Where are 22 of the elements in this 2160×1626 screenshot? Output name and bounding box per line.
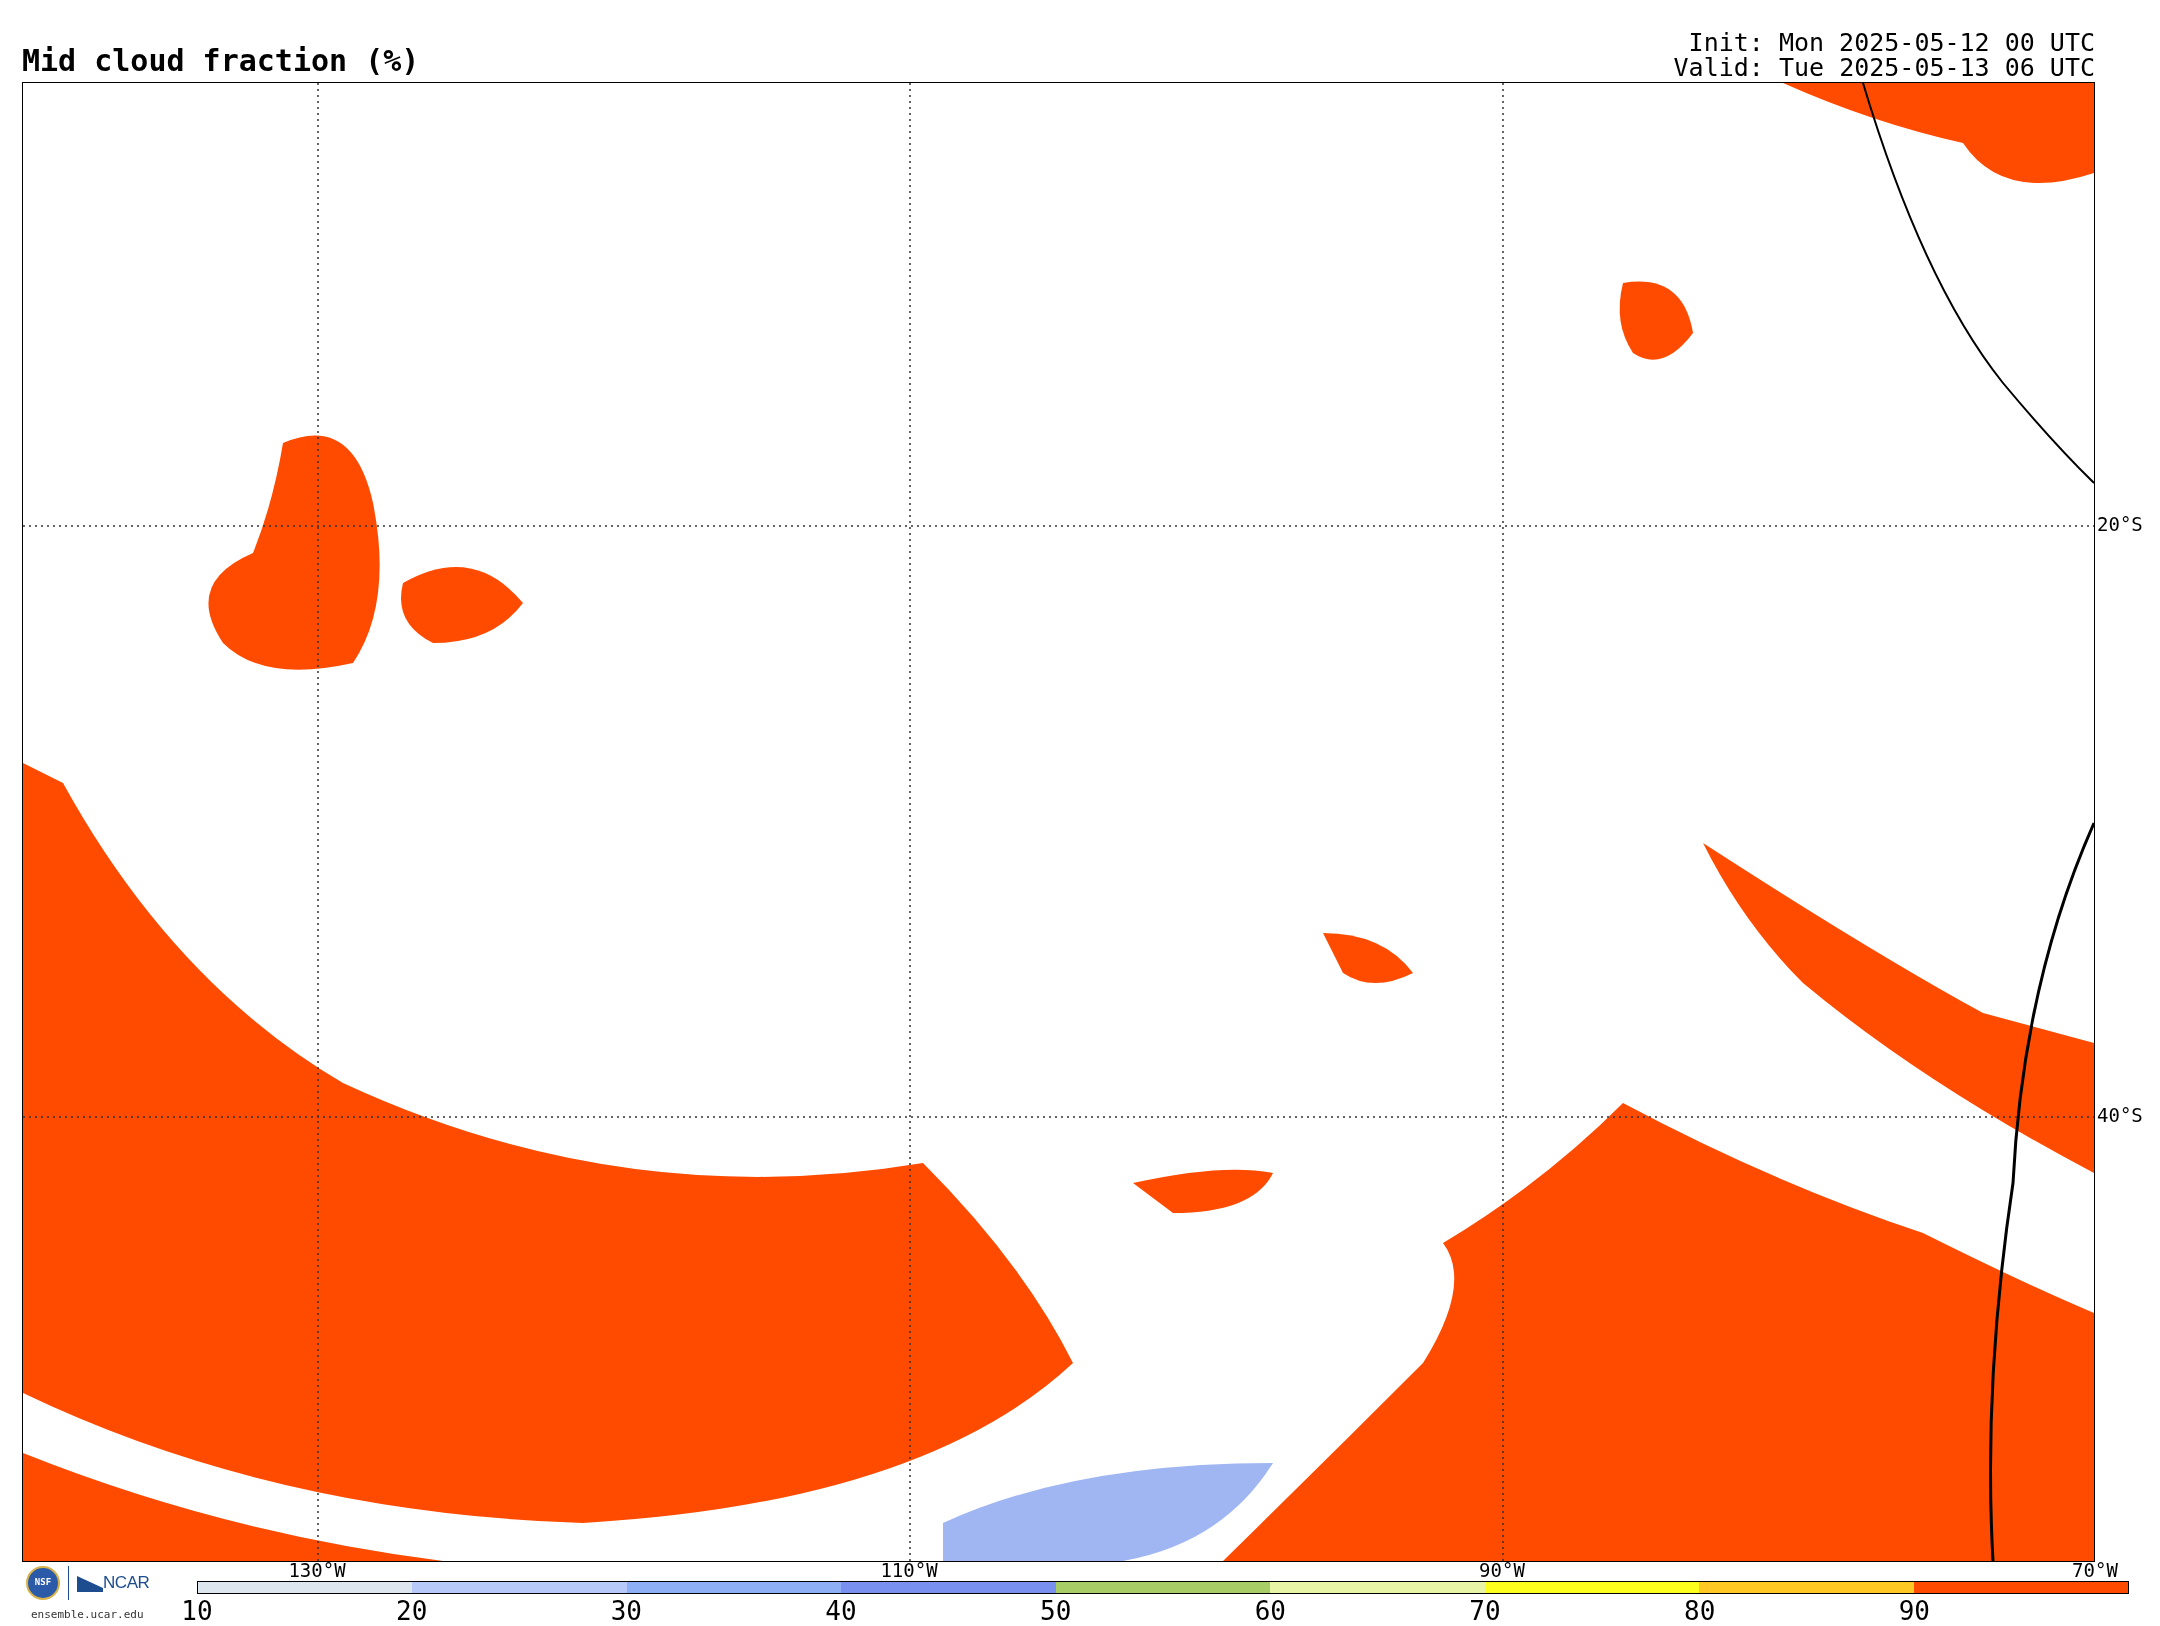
latitude-label: 40°S bbox=[2097, 1106, 2143, 1125]
longitude-label: 110°W bbox=[880, 1561, 938, 1580]
longitude-label: 130°W bbox=[288, 1561, 346, 1580]
colorbar-tick-label: 40 bbox=[825, 1598, 857, 1624]
ncar-logo-icon bbox=[77, 1574, 103, 1592]
colorbar-tick-label: 20 bbox=[396, 1598, 428, 1624]
colorbar-tick-label: 50 bbox=[1040, 1598, 1072, 1624]
init-time: Init: Mon 2025-05-12 00 UTC bbox=[1688, 30, 2095, 55]
site-url: ensemble.ucar.edu bbox=[31, 1607, 144, 1623]
longitude-label: 70°W bbox=[2072, 1561, 2118, 1580]
ncar-logo-text: NCAR bbox=[103, 1572, 150, 1595]
chart-title: Mid cloud fraction (%) bbox=[22, 46, 420, 76]
colorbar-tick-label: 10 bbox=[181, 1598, 213, 1624]
colorbar-tick-label: 80 bbox=[1684, 1598, 1716, 1624]
latitude-label: 20°S bbox=[2097, 515, 2143, 534]
colorbar-tick-label: 30 bbox=[610, 1598, 642, 1624]
longitude-label: 90°W bbox=[1479, 1561, 1525, 1580]
nsf-logo: NSF bbox=[26, 1566, 60, 1600]
colorbar-tick-label: 90 bbox=[1898, 1598, 1930, 1624]
valid-time: Valid: Tue 2025-05-13 06 UTC bbox=[1673, 55, 2095, 80]
colorbar-tick-label: 70 bbox=[1469, 1598, 1501, 1624]
colorbar-tick-label: 60 bbox=[1254, 1598, 1286, 1624]
